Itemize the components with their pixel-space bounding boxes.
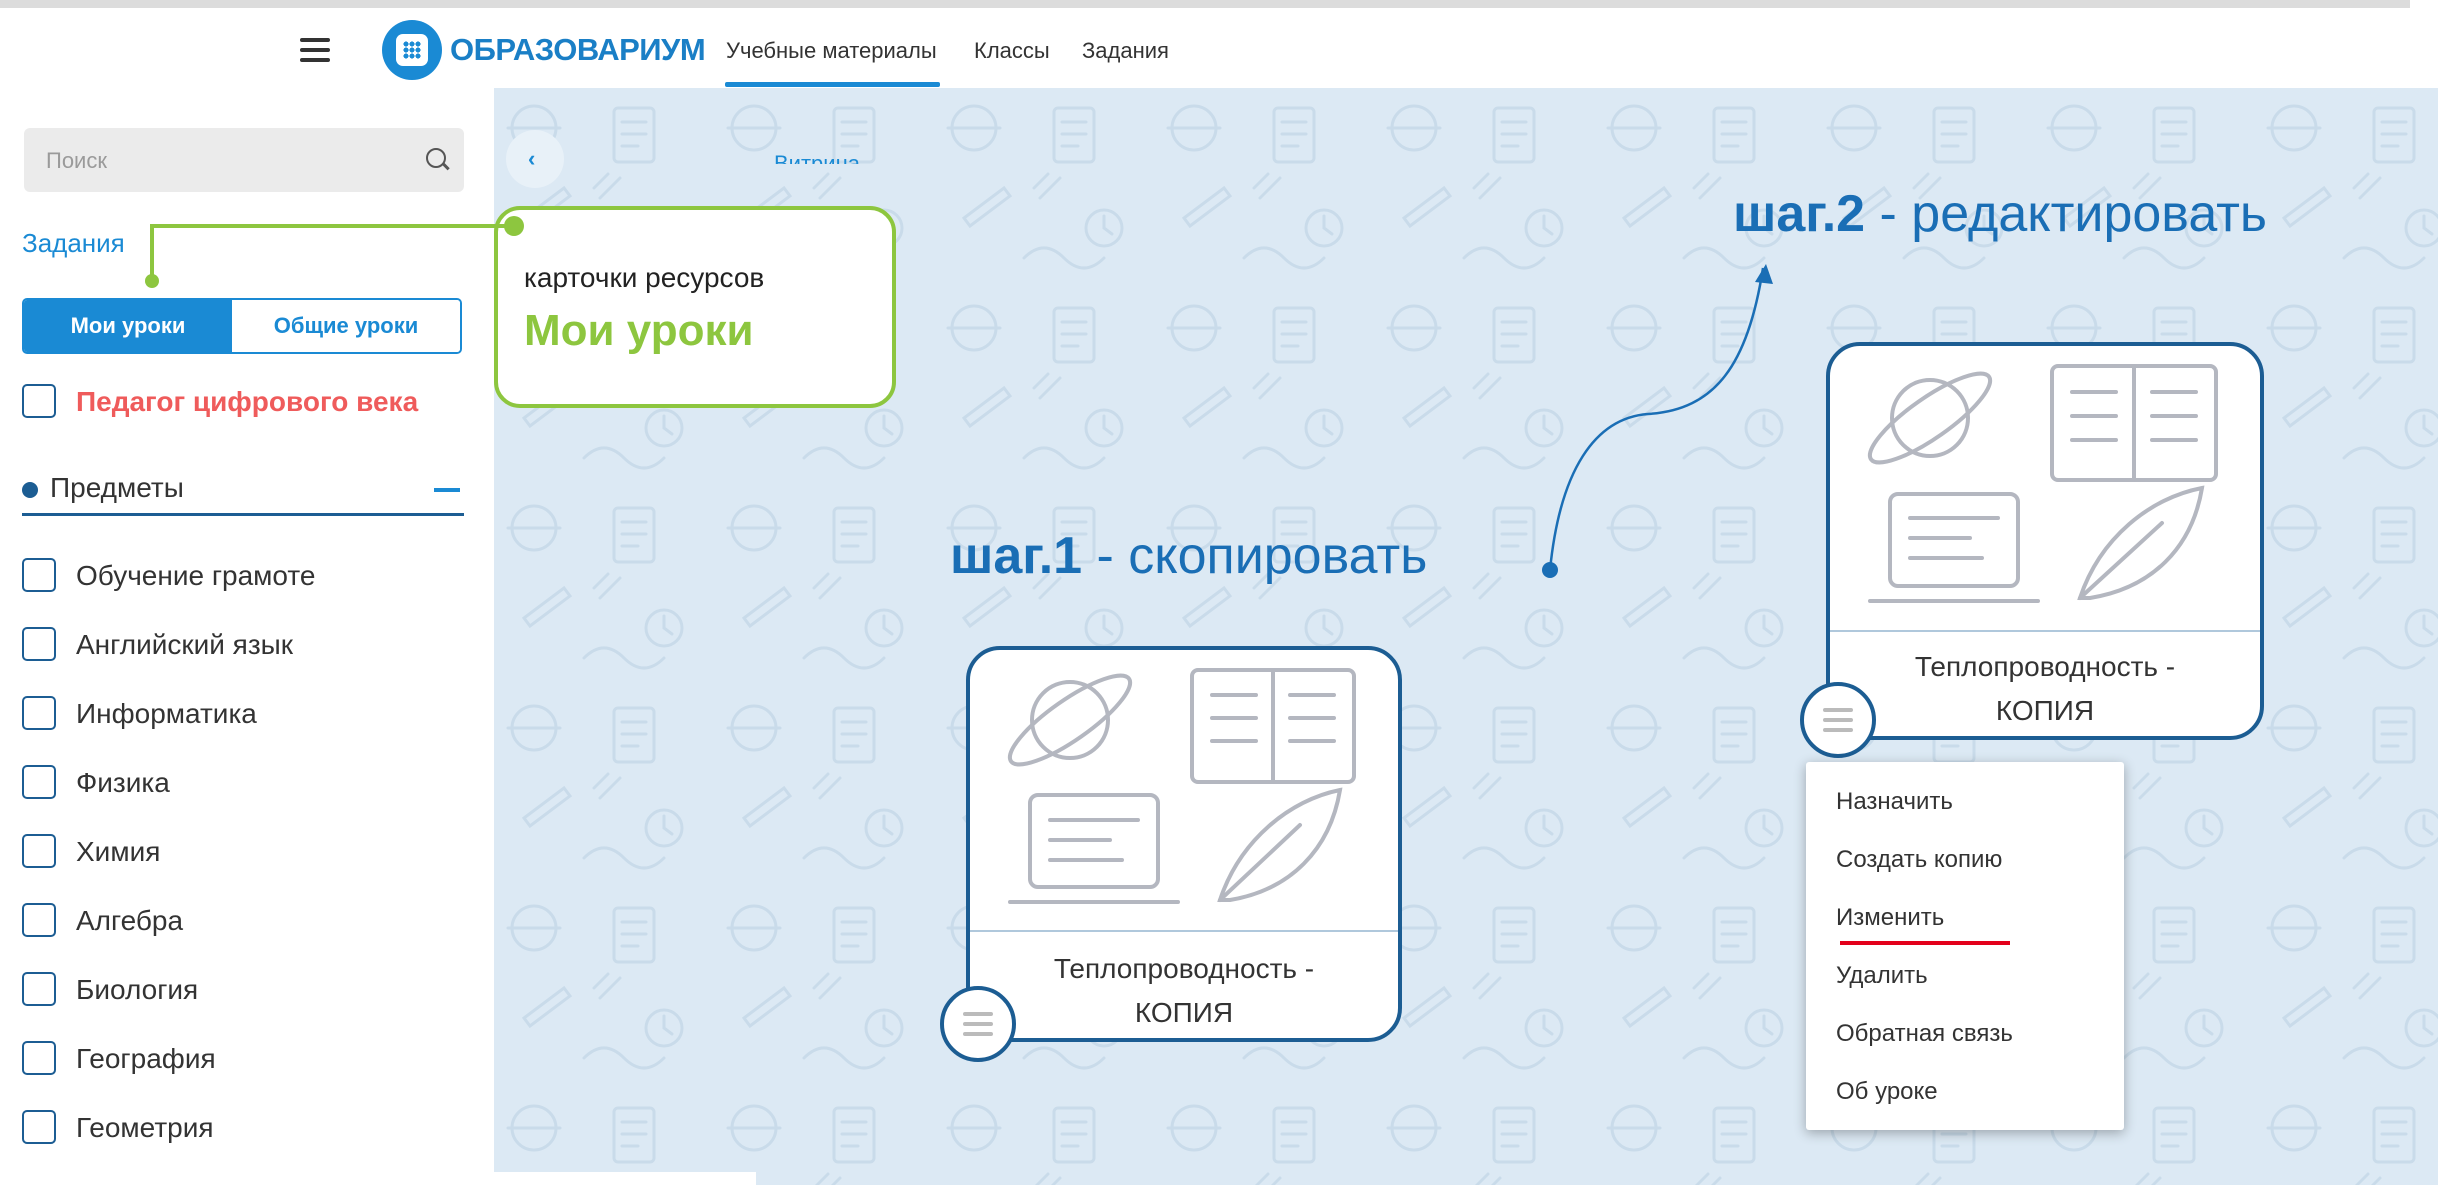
checkbox[interactable] (22, 1041, 56, 1075)
menu-item-copy[interactable]: Создать копию (1836, 846, 2002, 874)
section-title: Предметы (50, 472, 184, 503)
checkbox[interactable] (22, 1110, 56, 1144)
lesson-card[interactable]: Теплопроводность - КОПИЯ (940, 646, 1402, 1062)
subjects-section-header: Предметы (22, 468, 464, 516)
footer-strip (494, 1172, 756, 1185)
step1-annotation: шаг.1 - скопировать (950, 526, 1427, 586)
step2-text: - редактировать (1865, 185, 2268, 243)
app-header: ОБРАЗОВАРИУМ Учебные материалы Классы За… (0, 8, 2438, 88)
lesson-tabs: Мои уроки Общие уроки (22, 298, 462, 354)
planet-icon (1030, 680, 1110, 760)
checkbox[interactable] (22, 765, 56, 799)
highlight-underline (1840, 941, 2010, 945)
filter-label: Педагог цифрового века (76, 386, 419, 417)
tasks-link[interactable]: Задания (22, 228, 125, 259)
callout-resource-cards: карточки ресурсов Мои уроки (494, 206, 896, 408)
nav-classes[interactable]: Классы (974, 38, 1050, 64)
card-menu-button[interactable] (940, 986, 1016, 1062)
logo-text[interactable]: ОБРАЗОВАРИУМ (450, 32, 706, 68)
top-border (0, 0, 2410, 8)
nav-tasks[interactable]: Задания (1082, 38, 1169, 64)
lesson-card-image (1830, 346, 2260, 630)
nav-learning-materials[interactable]: Учебные материалы (726, 38, 937, 64)
checkbox[interactable] (22, 903, 56, 937)
step1-bold: шаг.1 (950, 527, 1083, 585)
menu-item-edit[interactable]: Изменить (1836, 904, 1944, 932)
lesson-card-title: Теплопроводность - (1914, 651, 2176, 682)
lesson-card[interactable]: Теплопроводность - КОПИЯ (1800, 342, 2264, 758)
subject-label: Химия (76, 836, 161, 867)
step1-text: - скопировать (1082, 527, 1428, 585)
checkbox[interactable] (22, 696, 56, 730)
checkbox[interactable] (22, 558, 56, 592)
callout-text: карточки ресурсов (524, 262, 765, 293)
breadcrumb[interactable]: Витрина (774, 150, 860, 164)
hamburger-menu-icon[interactable] (300, 38, 334, 62)
checkbox[interactable] (22, 627, 56, 661)
lesson-card-subtitle: КОПИЯ (1995, 695, 2095, 726)
minus-icon[interactable] (434, 488, 460, 492)
nav-active-indicator (725, 82, 940, 87)
step2-bold: шаг.2 (1733, 185, 1866, 243)
subject-label: География (76, 1043, 216, 1074)
lesson-card-title: Теплопроводность - (1053, 953, 1315, 984)
menu-item-feedback[interactable]: Обратная связь (1836, 1020, 2013, 1048)
card-divider (1830, 630, 2260, 632)
subject-label: Алгебра (76, 905, 184, 936)
search-placeholder: Поиск (46, 148, 107, 173)
card-divider (970, 930, 1398, 932)
subject-label: Английский язык (76, 629, 294, 660)
lesson-card-subtitle: КОПИЯ (1134, 997, 1234, 1028)
search-icon[interactable] (426, 148, 446, 168)
search-input[interactable]: Поиск (24, 128, 464, 192)
tab-my-lessons[interactable]: Мои уроки (24, 300, 232, 352)
collapse-sidebar-button[interactable]: ‹ (506, 130, 564, 188)
checkbox[interactable] (22, 972, 56, 1006)
subject-label: Обучение грамоте (76, 560, 316, 591)
checkbox[interactable] (22, 384, 56, 418)
subject-label: Физика (76, 767, 170, 798)
planet-icon (1890, 378, 1970, 458)
app-grid-icon[interactable] (382, 20, 442, 80)
lesson-illustration-icon (1867, 364, 2218, 603)
subject-label: Информатика (76, 698, 257, 729)
step2-annotation: шаг.2 - редактировать (1733, 184, 2267, 244)
card-context-menu: Назначить Создать копию Изменить Удалить… (1806, 762, 2124, 1130)
lesson-card-image (970, 650, 1398, 930)
tab-common-lessons[interactable]: Общие уроки (232, 300, 460, 352)
chevron-left-icon: ‹ (528, 146, 536, 171)
card-menu-button[interactable] (1800, 682, 1876, 758)
bullet-dot-icon (22, 482, 38, 498)
checkbox[interactable] (22, 834, 56, 868)
menu-item-about[interactable]: Об уроке (1836, 1078, 1938, 1106)
menu-item-assign[interactable]: Назначить (1836, 788, 1953, 816)
callout-highlight: Мои уроки (524, 306, 754, 355)
lesson-illustration-icon (1007, 668, 1356, 904)
subject-label: Геометрия (76, 1112, 214, 1143)
subject-label: Биология (76, 974, 199, 1005)
menu-item-delete[interactable]: Удалить (1836, 962, 1928, 990)
sidebar: Поиск Задания Мои уроки Общие уроки Педа… (6, 88, 494, 1185)
